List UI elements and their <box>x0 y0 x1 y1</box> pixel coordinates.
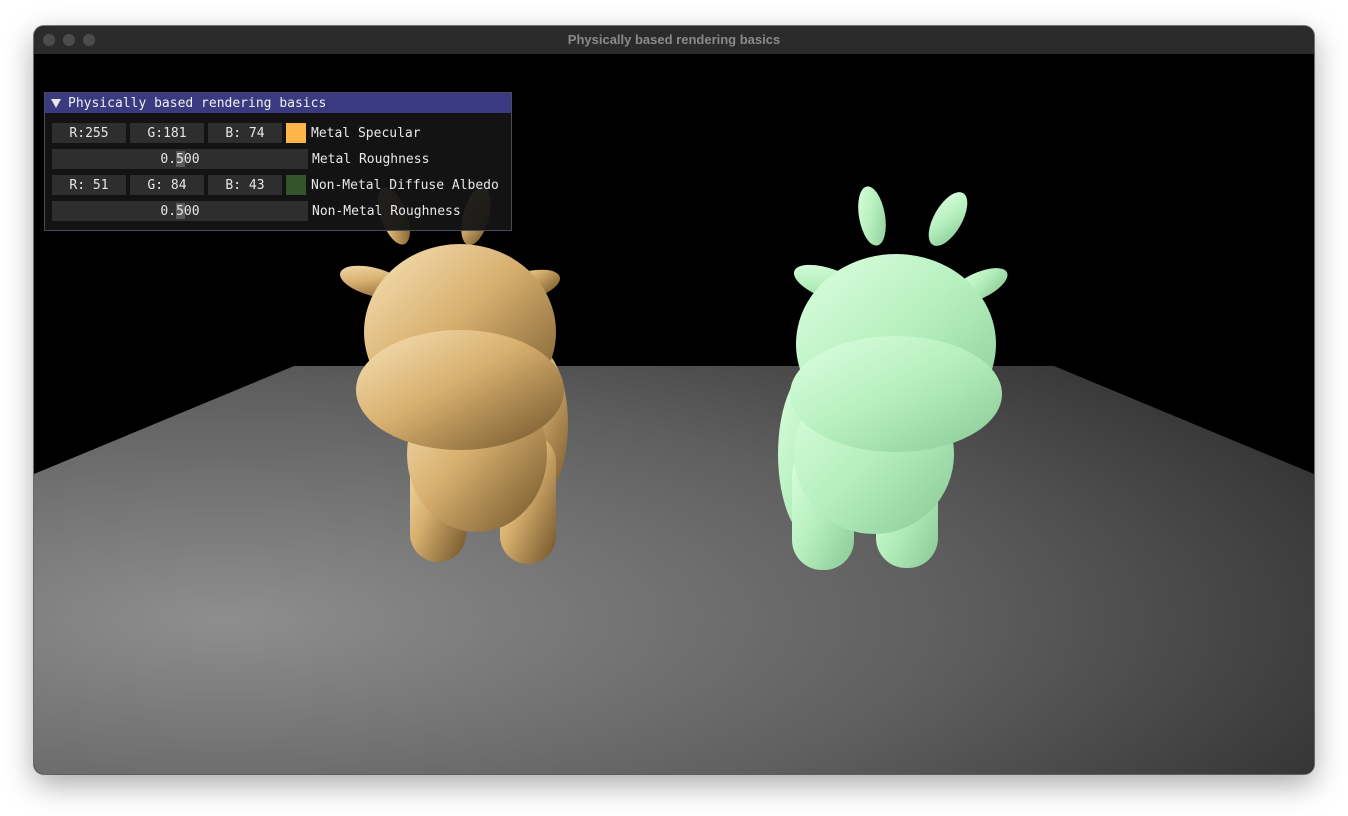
window-title: Physically based rendering basics <box>567 32 781 47</box>
metal-specular-row: R:255 G:181 B: 74 Metal Specular <box>52 123 421 143</box>
metal-roughness-slider[interactable]: 0.500 <box>52 149 308 169</box>
panel-header[interactable]: Physically based rendering basics <box>45 93 511 113</box>
app-window: Physically based rendering basics Physic… <box>34 26 1314 774</box>
metal-specular-r-field[interactable]: R:255 <box>52 123 126 143</box>
metal-specular-swatch[interactable] <box>286 123 306 143</box>
title-bar[interactable]: Physically based rendering basics <box>34 26 1314 55</box>
nonmetal-albedo-g-field[interactable]: G: 84 <box>130 175 204 195</box>
nonmetal-roughness-row: 0.500 Non-Metal Roughness <box>52 201 461 221</box>
metal-roughness-label: Metal Roughness <box>312 151 430 167</box>
nonmetal-albedo-label: Non-Metal Diffuse Albedo <box>311 177 499 193</box>
nonmetal-roughness-label: Non-Metal Roughness <box>312 203 461 219</box>
nonmetal-albedo-row: R: 51 G: 84 B: 43 Non-Metal Diffuse Albe… <box>52 175 499 195</box>
metal-specular-b-field[interactable]: B: 74 <box>208 123 282 143</box>
nonmetal-albedo-r-field[interactable]: R: 51 <box>52 175 126 195</box>
settings-panel: Physically based rendering basics R:255 … <box>44 92 512 231</box>
collapse-arrow-icon[interactable] <box>51 98 61 108</box>
metal-specular-label: Metal Specular <box>311 125 421 141</box>
nonmetal-roughness-slider[interactable]: 0.500 <box>52 201 308 221</box>
metal-roughness-row: 0.500 Metal Roughness <box>52 149 429 169</box>
metal-roughness-value: 0.500 <box>160 151 200 167</box>
render-viewport[interactable]: Physically based rendering basics R:255 … <box>34 54 1314 774</box>
nonmetal-albedo-b-field[interactable]: B: 43 <box>208 175 282 195</box>
panel-title: Physically based rendering basics <box>68 95 327 111</box>
nonmetal-albedo-swatch[interactable] <box>286 175 306 195</box>
floor-plane <box>34 366 1314 774</box>
nonmetal-roughness-value: 0.500 <box>160 203 200 219</box>
metal-specular-g-field[interactable]: G:181 <box>130 123 204 143</box>
